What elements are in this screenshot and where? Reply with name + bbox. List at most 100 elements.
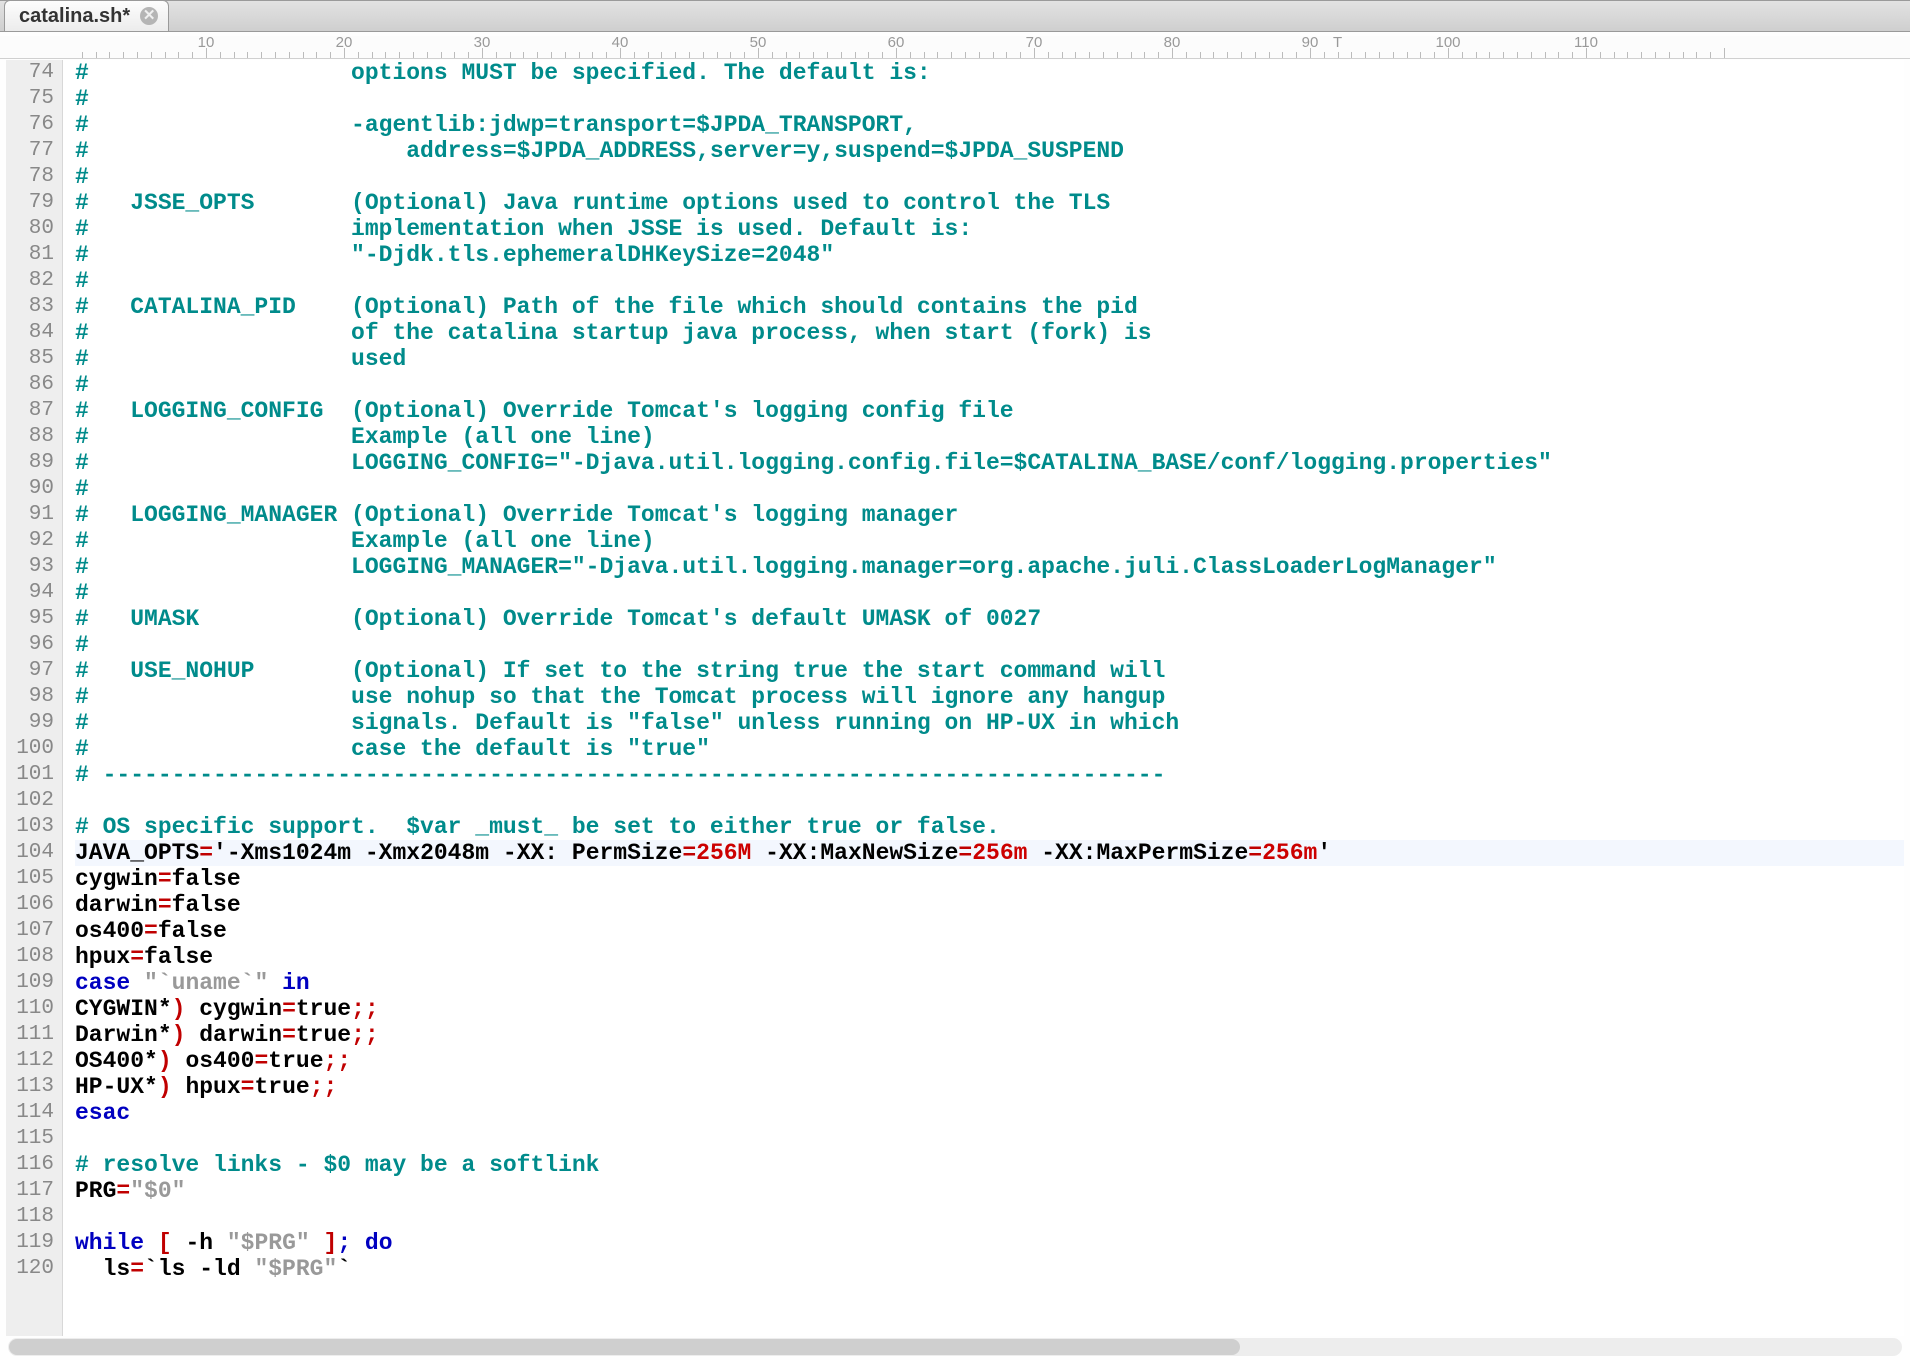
code-line[interactable]: # LOGGING_CONFIG="-Djava.util.logging.co… <box>75 450 1904 476</box>
ruler-label: 30 <box>474 34 491 51</box>
code-line[interactable]: esac <box>75 1100 1904 1126</box>
code-line[interactable]: # signals. Default is "false" unless run… <box>75 710 1904 736</box>
line-number: 101 <box>6 762 62 788</box>
code-line[interactable]: OS400*) os400=true;; <box>75 1048 1904 1074</box>
line-number: 92 <box>6 528 62 554</box>
code-line[interactable]: # used <box>75 346 1904 372</box>
code-line[interactable]: # LOGGING_MANAGER="-Djava.util.logging.m… <box>75 554 1904 580</box>
code-line[interactable]: # OS specific support. $var _must_ be se… <box>75 814 1904 840</box>
code-line[interactable]: CYGWIN*) cygwin=true;; <box>75 996 1904 1022</box>
code-line[interactable]: # --------------------------------------… <box>75 762 1904 788</box>
line-number: 96 <box>6 632 62 658</box>
line-number: 100 <box>6 736 62 762</box>
ruler-label: 100 <box>1435 34 1460 51</box>
line-number: 109 <box>6 970 62 996</box>
code-line[interactable]: ​ <box>75 1204 1904 1230</box>
code-line[interactable]: # <box>75 632 1904 658</box>
code-line[interactable]: os400=false <box>75 918 1904 944</box>
code-line[interactable]: # UMASK (Optional) Override Tomcat's def… <box>75 606 1904 632</box>
code-line[interactable]: darwin=false <box>75 892 1904 918</box>
line-number: 75 <box>6 86 62 112</box>
code-line[interactable]: Darwin*) darwin=true;; <box>75 1022 1904 1048</box>
code-line[interactable]: # LOGGING_MANAGER (Optional) Override To… <box>75 502 1904 528</box>
line-number: 106 <box>6 892 62 918</box>
code-line[interactable]: # <box>75 476 1904 502</box>
line-number: 76 <box>6 112 62 138</box>
code-line[interactable]: # CATALINA_PID (Optional) Path of the fi… <box>75 294 1904 320</box>
code-line[interactable]: # <box>75 580 1904 606</box>
column-ruler: 102030405060708090100110T <box>0 36 1910 59</box>
code-line[interactable]: # <box>75 372 1904 398</box>
code-line[interactable]: # USE_NOHUP (Optional) If set to the str… <box>75 658 1904 684</box>
line-number: 93 <box>6 554 62 580</box>
file-tab[interactable]: catalina.sh* ✕ <box>4 0 169 31</box>
ruler-label: 110 <box>1574 34 1598 51</box>
code-line[interactable]: # <box>75 268 1904 294</box>
line-number: 74 <box>6 60 62 86</box>
line-number: 102 <box>6 788 62 814</box>
line-number: 107 <box>6 918 62 944</box>
code-line[interactable]: ​ <box>75 1126 1904 1152</box>
code-line[interactable]: # use nohup so that the Tomcat process w… <box>75 684 1904 710</box>
line-number: 84 <box>6 320 62 346</box>
code-line[interactable]: JAVA_OPTS='-Xms1024m -Xmx2048m -XX: Perm… <box>75 840 1904 866</box>
line-number: 81 <box>6 242 62 268</box>
line-number: 103 <box>6 814 62 840</box>
line-number: 118 <box>6 1204 62 1230</box>
line-number-gutter: 7475767778798081828384858687888990919293… <box>6 60 63 1336</box>
line-number: 117 <box>6 1178 62 1204</box>
code-line[interactable]: # Example (all one line) <box>75 424 1904 450</box>
code-line[interactable]: # resolve links - $0 may be a softlink <box>75 1152 1904 1178</box>
code-line[interactable]: # implementation when JSSE is used. Defa… <box>75 216 1904 242</box>
code-line[interactable]: # LOGGING_CONFIG (Optional) Override Tom… <box>75 398 1904 424</box>
line-number: 111 <box>6 1022 62 1048</box>
close-icon[interactable]: ✕ <box>140 7 158 25</box>
horizontal-scrollbar[interactable] <box>8 1338 1902 1356</box>
code-line[interactable]: PRG="$0" <box>75 1178 1904 1204</box>
line-number: 104 <box>6 840 62 866</box>
code-line[interactable]: HP-UX*) hpux=true;; <box>75 1074 1904 1100</box>
line-number: 105 <box>6 866 62 892</box>
line-number: 94 <box>6 580 62 606</box>
tab-bar: catalina.sh* ✕ <box>0 0 1910 32</box>
editor[interactable]: 7475767778798081828384858687888990919293… <box>6 60 1904 1336</box>
line-number: 112 <box>6 1048 62 1074</box>
code-line[interactable]: # case the default is "true" <box>75 736 1904 762</box>
line-number: 89 <box>6 450 62 476</box>
line-number: 91 <box>6 502 62 528</box>
code-line[interactable]: # "-Djdk.tls.ephemeralDHKeySize=2048" <box>75 242 1904 268</box>
line-number: 120 <box>6 1256 62 1282</box>
code-line[interactable]: # Example (all one line) <box>75 528 1904 554</box>
line-number: 80 <box>6 216 62 242</box>
ruler-label: 80 <box>1164 34 1181 51</box>
code-area[interactable]: # options MUST be specified. The default… <box>63 60 1904 1336</box>
code-line[interactable]: # <box>75 86 1904 112</box>
code-line[interactable]: cygwin=false <box>75 866 1904 892</box>
line-number: 113 <box>6 1074 62 1100</box>
line-number: 108 <box>6 944 62 970</box>
ruler-label: 40 <box>612 34 629 51</box>
line-number: 82 <box>6 268 62 294</box>
line-number: 77 <box>6 138 62 164</box>
code-line[interactable]: # JSSE_OPTS (Optional) Java runtime opti… <box>75 190 1904 216</box>
code-line[interactable]: # <box>75 164 1904 190</box>
line-number: 85 <box>6 346 62 372</box>
code-line[interactable]: # of the catalina startup java process, … <box>75 320 1904 346</box>
line-number: 83 <box>6 294 62 320</box>
code-line[interactable]: while [ -h "$PRG" ]; do <box>75 1230 1904 1256</box>
code-line[interactable]: # options MUST be specified. The default… <box>75 60 1904 86</box>
line-number: 116 <box>6 1152 62 1178</box>
code-line[interactable]: ​ <box>75 788 1904 814</box>
line-number: 119 <box>6 1230 62 1256</box>
code-line[interactable]: hpux=false <box>75 944 1904 970</box>
code-line[interactable]: # -agentlib:jdwp=transport=$JPDA_TRANSPO… <box>75 112 1904 138</box>
scrollbar-thumb[interactable] <box>9 1339 1240 1355</box>
code-line[interactable]: case "`uname`" in <box>75 970 1904 996</box>
line-number: 114 <box>6 1100 62 1126</box>
line-number: 115 <box>6 1126 62 1152</box>
code-line[interactable]: # address=$JPDA_ADDRESS,server=y,suspend… <box>75 138 1904 164</box>
code-line[interactable]: ls=`ls -ld "$PRG"` <box>75 1256 1904 1282</box>
tab-title: catalina.sh* <box>19 5 130 28</box>
line-number: 95 <box>6 606 62 632</box>
ruler-label: 70 <box>1026 34 1043 51</box>
